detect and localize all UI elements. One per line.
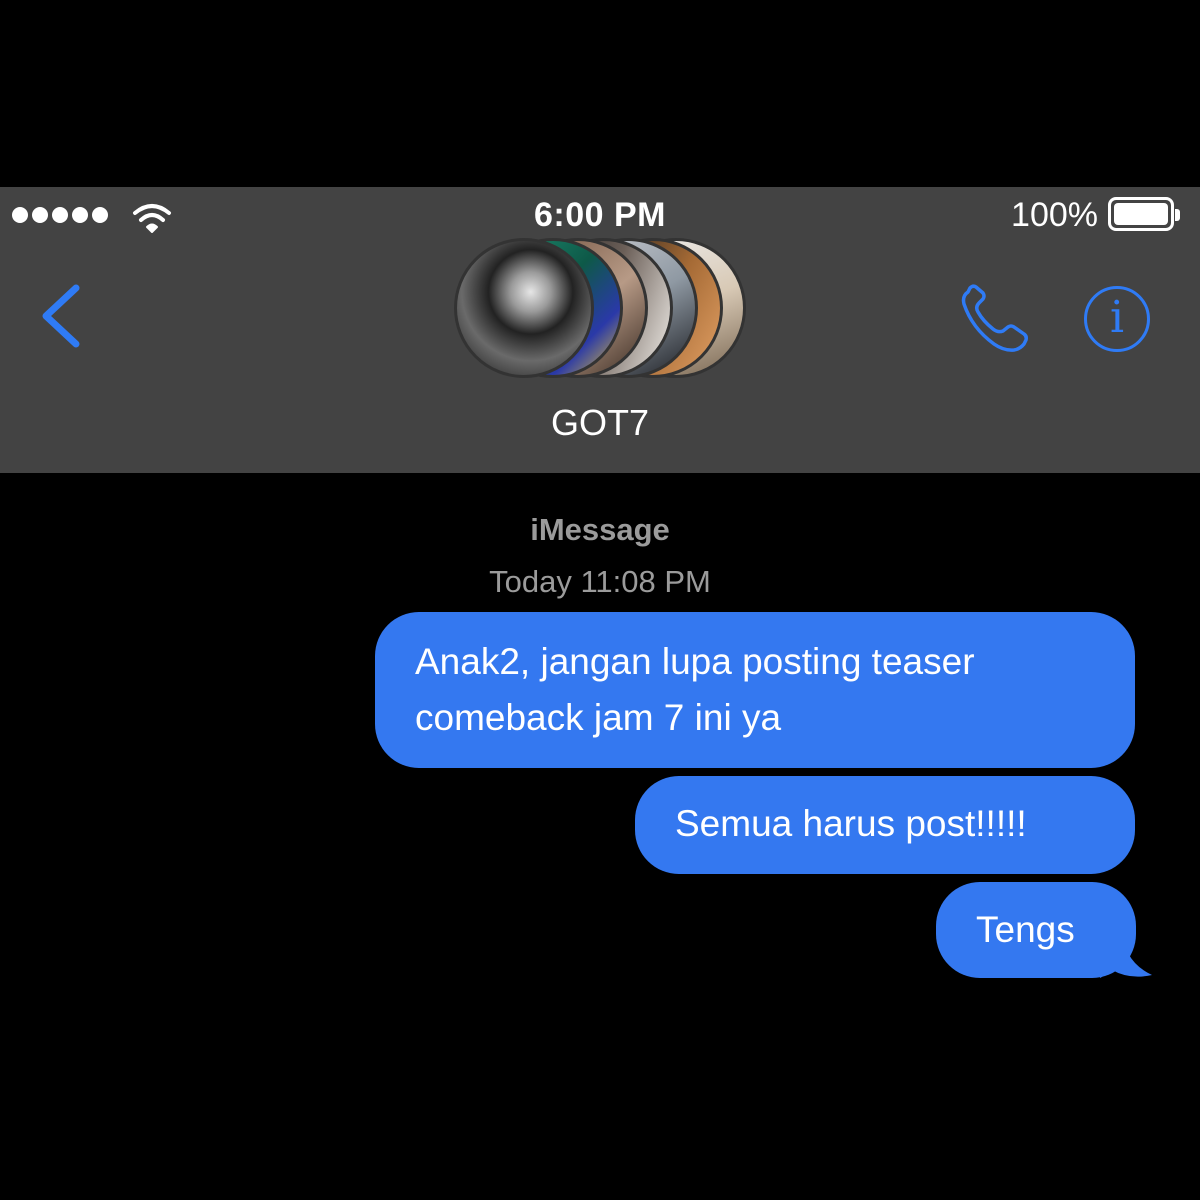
battery-tip <box>1175 209 1180 221</box>
info-icon[interactable]: i <box>1084 286 1150 352</box>
signal-dot <box>92 207 108 223</box>
message-text-line: Anak2, jangan lupa posting teaser <box>415 641 975 682</box>
signal-dot <box>72 207 88 223</box>
chevron-left-icon[interactable] <box>36 282 86 350</box>
group-avatar-stack[interactable] <box>440 238 760 388</box>
signal-strength-icon <box>12 207 108 223</box>
signal-dot <box>32 207 48 223</box>
phone-icon[interactable] <box>958 284 1034 356</box>
message-text-line: comeback jam 7 ini ya <box>415 697 782 738</box>
group-name[interactable]: GOT7 <box>500 402 700 444</box>
message-bubble-sent[interactable]: Semua harus post!!!!! <box>635 776 1135 874</box>
status-time: 6:00 PM <box>534 196 666 234</box>
wifi-icon <box>133 204 171 233</box>
avatar <box>454 238 594 378</box>
message-text: Tengs <box>976 909 1075 950</box>
signal-dot <box>52 207 68 223</box>
battery-percent: 100% <box>1011 196 1098 234</box>
service-label: iMessage <box>530 512 670 547</box>
signal-dot <box>12 207 28 223</box>
battery-icon <box>1108 197 1180 231</box>
battery-fill <box>1114 203 1168 225</box>
message-text: Semua harus post!!!!! <box>675 803 1027 844</box>
bubble-tail <box>1100 930 1152 978</box>
message-bubble-sent[interactable]: Anak2, jangan lupa posting teaser comeba… <box>375 612 1135 768</box>
message-timestamp: Today 11:08 PM <box>489 564 711 599</box>
